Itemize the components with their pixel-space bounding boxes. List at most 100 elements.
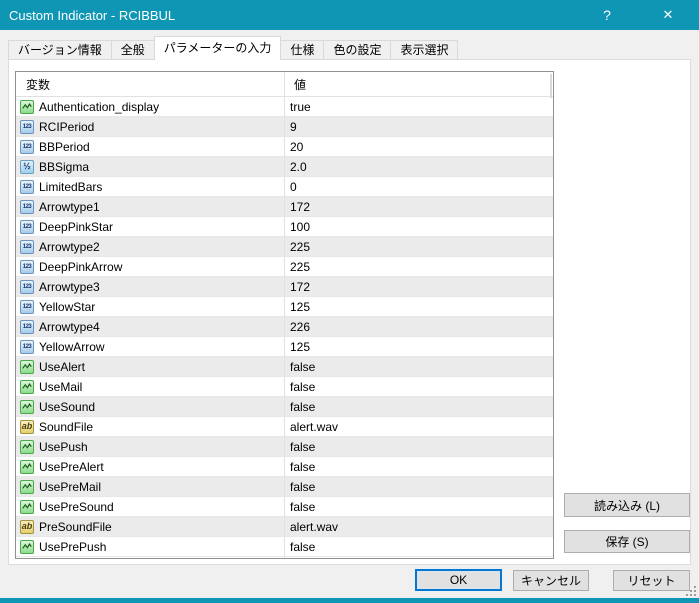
- param-name-cell: UsePrePush: [16, 539, 284, 554]
- param-name-cell: ab SoundFile: [16, 419, 284, 434]
- param-name: BBPeriod: [39, 139, 90, 154]
- bool-param-icon: [20, 499, 34, 514]
- scrollbar-thumb[interactable]: [550, 74, 552, 98]
- tab-specification[interactable]: 仕様: [280, 40, 325, 60]
- param-value[interactable]: 225: [284, 260, 553, 274]
- param-name-cell: 123 Arrowtype4: [16, 319, 284, 334]
- param-name: UsePreAlert: [39, 459, 104, 474]
- param-value[interactable]: false: [284, 440, 553, 454]
- string-param-icon: ab: [20, 419, 34, 434]
- int-param-icon: 123: [20, 299, 34, 314]
- param-value[interactable]: true: [284, 100, 553, 114]
- param-name: YellowStar: [39, 299, 96, 314]
- variable-column-header: 変数: [26, 77, 51, 92]
- load-button[interactable]: 読み込み (L): [564, 493, 690, 517]
- param-name: DeepPinkArrow: [39, 259, 123, 274]
- int-param-icon: 123: [20, 279, 34, 294]
- int-param-icon: 123: [20, 259, 34, 274]
- param-value[interactable]: 226: [284, 320, 553, 334]
- bool-param-icon: [20, 399, 34, 414]
- param-name-cell: UseSound: [16, 399, 284, 414]
- int-param-icon: 123: [20, 179, 34, 194]
- double-param-icon: ½: [20, 159, 34, 174]
- tab-colors[interactable]: 色の設定: [323, 40, 392, 60]
- param-value[interactable]: 2.0: [284, 160, 553, 174]
- zigzag-line: [22, 442, 32, 449]
- zigzag-line: [22, 542, 32, 549]
- param-value[interactable]: 172: [284, 280, 553, 294]
- custom-indicator-dialog: { "window": { "title": "Custom Indicator…: [0, 0, 699, 603]
- param-value[interactable]: 0: [284, 180, 553, 194]
- param-value[interactable]: false: [284, 400, 553, 414]
- tab-visualization[interactable]: 表示選択: [390, 40, 459, 60]
- param-name-cell: 123 BBPeriod: [16, 139, 284, 154]
- param-name-cell: UseAlert: [16, 359, 284, 374]
- param-value[interactable]: 125: [284, 340, 553, 354]
- param-value[interactable]: 20: [284, 140, 553, 154]
- int-param-icon: 123: [20, 239, 34, 254]
- param-name-cell: 123 LimitedBars: [16, 179, 284, 194]
- param-value[interactable]: 100: [284, 220, 553, 234]
- help-button[interactable]: ?: [577, 0, 637, 30]
- param-name: UseMail: [39, 379, 83, 394]
- param-name-cell: 123 YellowArrow: [16, 339, 284, 354]
- param-name-cell: Authentication_display: [16, 99, 284, 114]
- close-button[interactable]: ✕: [637, 0, 699, 30]
- param-name-cell: UsePreAlert: [16, 459, 284, 474]
- zigzag-line: [22, 502, 32, 509]
- cancel-button[interactable]: キャンセル: [513, 570, 589, 591]
- param-name: PreSoundFile: [39, 519, 112, 534]
- column-divider: [284, 72, 285, 558]
- param-value[interactable]: 125: [284, 300, 553, 314]
- param-name: DeepPinkStar: [39, 219, 114, 234]
- param-name: Authentication_display: [39, 99, 160, 114]
- resize-grip[interactable]: [684, 584, 696, 596]
- param-value[interactable]: alert.wav: [284, 520, 553, 534]
- reset-button[interactable]: リセット: [613, 570, 690, 591]
- param-name-cell: 123 Arrowtype1: [16, 199, 284, 214]
- param-name-cell: 123 YellowStar: [16, 299, 284, 314]
- param-name-cell: 123 Arrowtype2: [16, 239, 284, 254]
- param-name-cell: UseMail: [16, 379, 284, 394]
- title-bar[interactable]: Custom Indicator - RCIBBUL ? ✕: [0, 0, 699, 30]
- param-value[interactable]: false: [284, 460, 553, 474]
- param-name-cell: ½ BBSigma: [16, 159, 284, 174]
- ok-button[interactable]: OK: [415, 569, 502, 591]
- param-value[interactable]: alert.wav: [284, 420, 553, 434]
- int-param-icon: 123: [20, 339, 34, 354]
- zigzag-line: [22, 362, 32, 369]
- param-name: BBSigma: [39, 159, 90, 174]
- param-name: LimitedBars: [39, 179, 103, 194]
- param-name: UsePreSound: [39, 499, 114, 514]
- param-name: UseAlert: [39, 359, 86, 374]
- param-name-cell: UsePush: [16, 439, 284, 454]
- param-name-cell: UsePreMail: [16, 479, 284, 494]
- param-name-cell: ab PreSoundFile: [16, 519, 284, 534]
- param-value[interactable]: 225: [284, 240, 553, 254]
- inputs-tab-page: 変数 値 Authentication_display true 123 RCI…: [8, 59, 691, 565]
- param-name-cell: 123 DeepPinkArrow: [16, 259, 284, 274]
- param-name: RCIPeriod: [39, 119, 95, 134]
- param-value[interactable]: 9: [284, 120, 553, 134]
- param-name: UsePreMail: [39, 479, 102, 494]
- bool-param-icon: [20, 539, 34, 554]
- param-name: Arrowtype1: [39, 199, 100, 214]
- param-name-cell: 123 RCIPeriod: [16, 119, 284, 134]
- tab-inputs[interactable]: パラメーターの入力: [153, 36, 282, 60]
- param-name-cell: 123 Arrowtype3: [16, 279, 284, 294]
- zigzag-line: [22, 382, 32, 389]
- zigzag-line: [22, 482, 32, 489]
- tab-version-info[interactable]: バージョン情報: [8, 40, 112, 60]
- param-value[interactable]: 172: [284, 200, 553, 214]
- param-name: SoundFile: [39, 419, 94, 434]
- tab-common[interactable]: 全般: [110, 40, 155, 60]
- save-button[interactable]: 保存 (S): [564, 530, 690, 553]
- param-name: UsePrePush: [39, 539, 107, 554]
- param-value[interactable]: false: [284, 500, 553, 514]
- param-value[interactable]: false: [284, 480, 553, 494]
- tab-bar: バージョン情報 全般 パラメーターの入力 仕様 色の設定 表示選択: [8, 36, 459, 60]
- bool-param-icon: [20, 99, 34, 114]
- param-value[interactable]: false: [284, 380, 553, 394]
- param-value[interactable]: false: [284, 540, 553, 554]
- param-value[interactable]: false: [284, 360, 553, 374]
